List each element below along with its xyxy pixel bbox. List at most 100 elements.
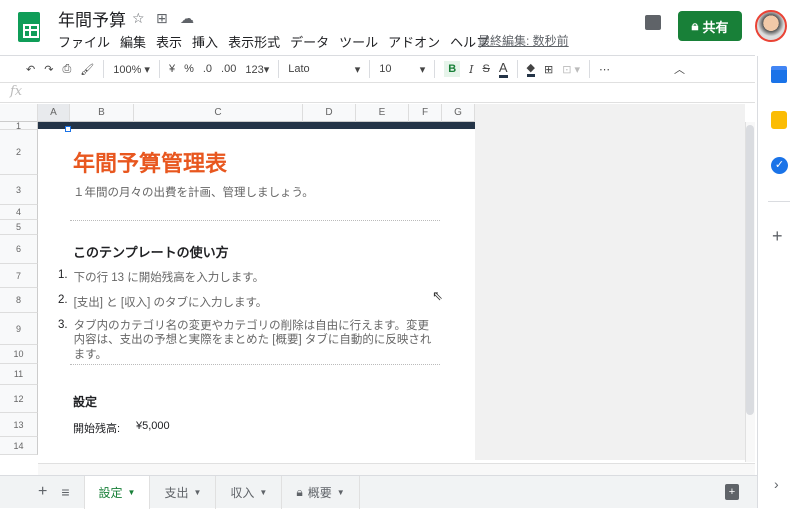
chevron-down-icon: ▼ [127,487,136,497]
menu-format[interactable]: 表示形式 [228,32,280,51]
column-header[interactable]: F [409,104,442,122]
column-header[interactable]: A [38,104,70,122]
menu-insert[interactable]: 挿入 [192,32,218,51]
menu-tools[interactable]: ツール [339,32,378,51]
howto-heading: このテンプレートの使い方 [73,245,229,260]
balance-value[interactable]: ¥5,000 [136,420,170,432]
borders-icon[interactable]: ⊞ [544,63,553,76]
horizontal-scrollbar[interactable] [38,463,755,475]
decrease-decimal-button[interactable]: .0 [203,63,212,75]
row-header[interactable]: 10 [0,345,38,364]
add-addon-icon[interactable]: + [772,226,783,247]
select-all-corner[interactable] [0,104,38,122]
row-header[interactable]: 8 [0,288,38,313]
italic-button[interactable]: I [469,63,473,76]
fill-color-icon[interactable]: ◆ [526,61,536,77]
grid-empty-area [475,104,745,460]
row-header[interactable]: 7 [0,264,38,288]
share-label: 共有 [702,19,729,35]
selection-handle[interactable] [65,126,71,132]
divider [158,60,160,78]
settings-heading: 設定 [73,395,98,409]
all-sheets-icon[interactable]: ≡ [61,484,69,500]
row-header[interactable]: 2 [0,130,38,175]
expand-panel-icon[interactable]: › [774,476,779,492]
menu-addons[interactable]: アドオン [388,32,440,51]
row-header[interactable]: 11 [0,364,38,385]
comment-history-icon[interactable] [645,15,661,30]
scrollbar-thumb[interactable] [746,125,754,415]
menu-edit[interactable]: 編集 [120,32,146,51]
formula-bar[interactable] [0,82,755,103]
keep-icon[interactable] [771,111,787,129]
dotted-divider [70,364,440,365]
zoom-select[interactable]: 100% ▾ [113,63,150,76]
move-folder-icon[interactable]: ⊞ [156,10,168,27]
list-item: 1. 下の行 13 に開始残高を入力します。 [58,269,265,284]
row-header[interactable]: 9 [0,313,38,345]
divider [434,60,436,78]
list-item: 2. [支出] と [収入] のタブに入力します。 [58,294,268,309]
menu-bar: ファイル 編集 表示 挿入 表示形式 データ ツール アドオン ヘルプ [58,32,489,51]
print-icon[interactable]: ⎙ [62,63,71,76]
text-color-button[interactable]: A [498,60,508,78]
chevron-down-icon: ▼ [193,487,202,497]
chevron-down-icon: ▼ [336,487,345,497]
row-header[interactable]: 13 [0,413,38,437]
bold-button[interactable]: B [444,61,461,77]
divider [768,201,790,202]
menu-data[interactable]: データ [290,32,329,51]
tab-summary[interactable]: 🔒︎ 概要 ▼ [282,475,360,509]
merge-cells-icon[interactable]: ⊡ ▾ [562,63,580,76]
column-header[interactable]: C [134,104,303,122]
divider [0,55,755,56]
paint-format-icon[interactable]: 🖌︎ [80,63,94,76]
divider [278,60,280,78]
more-button[interactable]: ⋯ [599,63,610,76]
percent-button[interactable]: % [184,63,194,75]
row-header[interactable]: 14 [0,437,38,455]
fx-icon: fx [10,84,23,99]
font-size-select[interactable]: 10 ▾ [379,63,425,76]
column-header[interactable]: G [442,104,475,122]
column-header[interactable]: B [70,104,134,122]
increase-decimal-button[interactable]: .00 [221,63,236,75]
avatar[interactable] [755,10,787,42]
row-header[interactable]: 3 [0,175,38,205]
star-icon[interactable]: ☆ [132,10,145,27]
last-edit-link[interactable]: 最終編集: 数秒前 [478,32,569,49]
balance-label: 開始残高: [73,423,121,435]
sheets-logo[interactable] [18,12,40,42]
more-formats-button[interactable]: 123▾ [245,63,269,76]
row-header[interactable]: 1 [0,121,38,131]
explore-icon[interactable]: + [725,484,739,500]
font-select[interactable]: Lato ▾ [288,63,360,76]
currency-button[interactable]: ¥ [169,63,175,75]
strikethrough-button[interactable]: S [483,63,490,75]
add-sheet-icon[interactable]: + [38,483,47,501]
divider [516,60,518,78]
lock-icon: 🔒︎ [691,18,699,33]
tab-settings[interactable]: 設定 ▼ [83,475,151,509]
row-header[interactable]: 6 [0,235,38,264]
share-button[interactable]: 🔒︎ 共有 [678,11,742,41]
cloud-status-icon[interactable]: ☁ [180,10,194,27]
document-title[interactable]: 年間予算 [58,6,126,31]
row-header[interactable]: 12 [0,385,38,413]
calendar-icon[interactable] [771,66,787,83]
collapse-toolbar-icon[interactable]: ︿ [674,61,685,77]
column-header[interactable]: D [303,104,356,122]
tab-expenses[interactable]: 支出 ▼ [150,475,217,509]
tab-income[interactable]: 収入 ▼ [216,475,283,509]
redo-icon[interactable]: ↷ [44,63,53,76]
tasks-icon[interactable]: ✓ [771,157,788,174]
column-header[interactable]: E [356,104,409,122]
menu-view[interactable]: 表示 [156,32,182,51]
divider [103,60,105,78]
menu-file[interactable]: ファイル [58,32,110,51]
divider [369,60,371,78]
row-header[interactable]: 4 [0,205,38,220]
row-header[interactable]: 5 [0,220,38,235]
sheet-title: 年間予算管理表 [73,151,228,176]
undo-icon[interactable]: ↶ [26,63,35,76]
